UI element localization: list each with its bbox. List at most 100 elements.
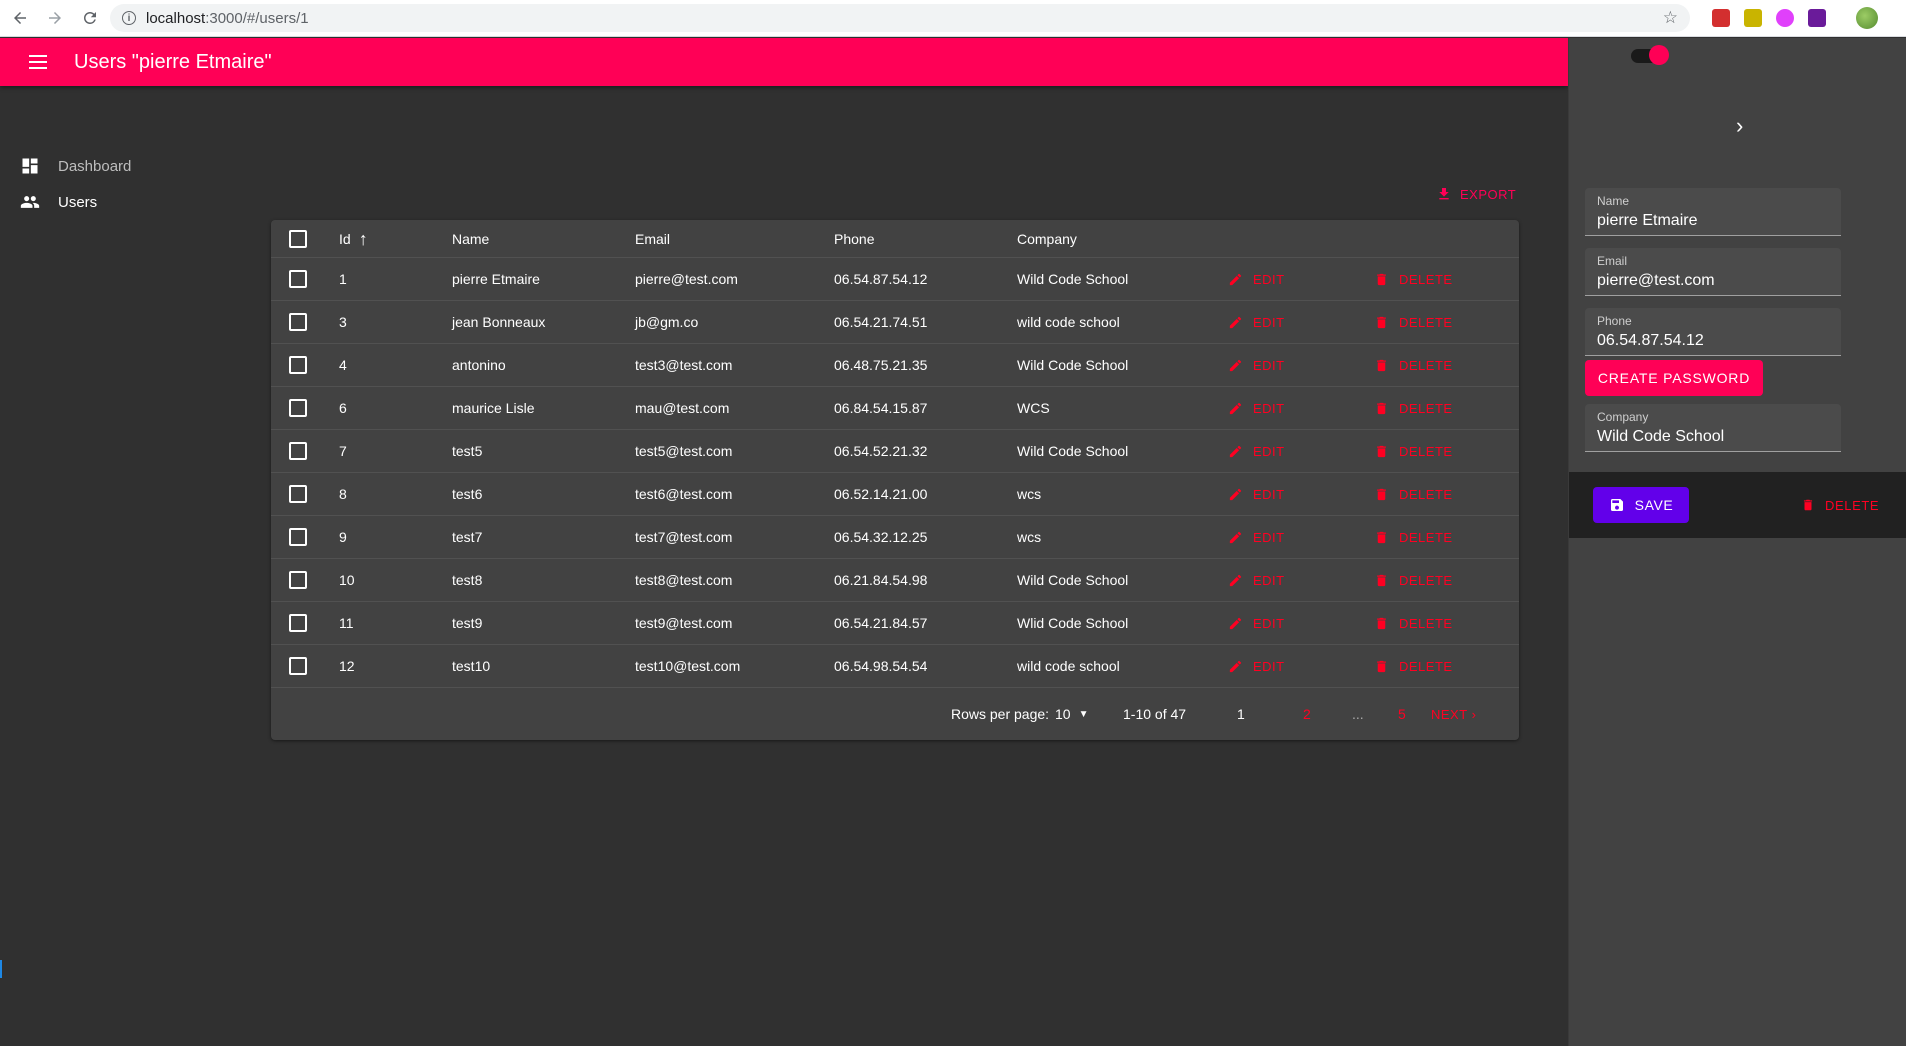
delete-row-button[interactable]: DELETE [1374, 430, 1453, 472]
edit-button[interactable]: EDIT [1228, 344, 1285, 386]
cell-id: 3 [339, 314, 347, 330]
table-row[interactable]: 10 test8 test8@test.com 06.21.84.54.98 Wild … [271, 559, 1519, 602]
profile-avatar[interactable] [1856, 7, 1878, 29]
phone-field[interactable]: Phone 06.54.87.54.12 [1585, 308, 1841, 356]
sidebar-item-dashboard[interactable]: Dashboard [0, 148, 240, 184]
chevron-right-icon[interactable]: › [1736, 113, 1743, 139]
cell-email: test7@test.com [635, 529, 733, 545]
extension-icon[interactable] [1776, 9, 1794, 27]
table-row[interactable]: 3 jean Bonneaux jb@gm.co 06.54.21.74.51 wild… [271, 301, 1519, 344]
delete-row-button[interactable]: DELETE [1374, 387, 1453, 429]
table-row[interactable]: 1 pierre Etmaire pierre@test.com 06.54.87.5… [271, 258, 1519, 301]
pagination: Rows per page: 10 ▼ 1-10 of 47 1 2 ... 5… [271, 688, 1519, 740]
table-row[interactable]: 11 test9 test9@test.com 06.54.21.84.57 Wlid … [271, 602, 1519, 645]
trash-icon [1377, 574, 1386, 586]
reload-button[interactable] [75, 3, 105, 33]
delete-row-button[interactable]: DELETE [1374, 559, 1453, 601]
save-button[interactable]: SAVE [1593, 487, 1689, 523]
sidebar-item-users[interactable]: Users [0, 184, 240, 220]
delete-row-button[interactable]: DELETE [1374, 602, 1453, 644]
edit-button[interactable]: EDIT [1228, 602, 1285, 644]
cell-company: wild code school [1017, 658, 1120, 674]
delete-row-button[interactable]: DELETE [1374, 344, 1453, 386]
column-header-label: Id [339, 230, 351, 247]
column-header-id[interactable]: Id ↑ [339, 220, 368, 257]
save-icon [1610, 499, 1623, 511]
edit-button[interactable]: EDIT [1228, 559, 1285, 601]
sidebar-item-label: Dashboard [58, 157, 132, 175]
delete-row-button[interactable]: DELETE [1374, 258, 1453, 300]
row-checkbox[interactable] [289, 399, 307, 417]
window-edge-marker [0, 960, 2, 978]
table-row[interactable]: 4 antonino test3@test.com 06.48.75.21.35 Wil… [271, 344, 1519, 387]
url-host: localhost [146, 9, 206, 27]
pencil-icon [1229, 531, 1242, 543]
trash-icon [1803, 499, 1813, 511]
delete-row-button[interactable]: DELETE [1374, 645, 1453, 687]
extension-icon[interactable] [1744, 9, 1762, 27]
trash-icon [1377, 445, 1386, 457]
cell-email: test8@test.com [635, 572, 733, 588]
cell-name: test10 [452, 658, 491, 674]
edit-button[interactable]: EDIT [1228, 301, 1285, 343]
column-header-name[interactable]: Name [452, 220, 489, 257]
column-header-phone[interactable]: Phone [834, 220, 874, 257]
edit-button[interactable]: EDIT [1228, 387, 1285, 429]
row-checkbox[interactable] [289, 485, 307, 503]
company-field[interactable]: Company Wild Code School [1585, 404, 1841, 452]
pencil-icon [1229, 445, 1242, 457]
row-checkbox[interactable] [289, 270, 307, 288]
page-button-2[interactable]: 2 [1303, 688, 1311, 740]
next-page-button[interactable]: NEXT › [1431, 688, 1477, 740]
name-field[interactable]: Name pierre Etmaire [1585, 188, 1841, 236]
row-checkbox[interactable] [289, 571, 307, 589]
bookmark-star-icon[interactable]: ☆ [1663, 8, 1678, 28]
row-checkbox[interactable] [289, 657, 307, 675]
theme-toggle[interactable] [1631, 45, 1669, 65]
forward-button[interactable] [40, 3, 70, 33]
delete-row-button[interactable]: DELETE [1374, 301, 1453, 343]
table-row[interactable]: 8 test6 test6@test.com 06.52.14.21.00 wcs EDI… [271, 473, 1519, 516]
menu-toggle-button[interactable] [14, 38, 62, 86]
delete-button[interactable]: DELETE [1801, 487, 1879, 523]
rows-per-page-select[interactable]: 10 ▼ [1055, 688, 1088, 740]
table-row[interactable]: 7 test5 test5@test.com 06.54.52.21.32 Wild C… [271, 430, 1519, 473]
page-button-1[interactable]: 1 [1237, 688, 1245, 740]
email-field[interactable]: Email pierre@test.com [1585, 248, 1841, 296]
cell-id: 4 [339, 357, 347, 373]
page-title: Users "pierre Etmaire" [74, 50, 272, 73]
edit-button[interactable]: EDIT [1228, 258, 1285, 300]
info-icon[interactable]: i [122, 11, 136, 25]
export-button[interactable]: EXPORT [1436, 186, 1516, 202]
address-bar[interactable]: i localhost:3000/#/users/1 ☆ [110, 4, 1690, 32]
edit-button[interactable]: EDIT [1228, 430, 1285, 472]
browser-menu-icon[interactable]: ⋮ [1902, 9, 1906, 27]
edit-button[interactable]: EDIT [1228, 516, 1285, 558]
url-path: :3000/#/users/1 [205, 9, 309, 27]
edit-button[interactable]: EDIT [1228, 473, 1285, 515]
select-all-checkbox[interactable] [289, 229, 307, 248]
table-row[interactable]: 9 test7 test7@test.com 06.54.32.12.25 wcs EDI… [271, 516, 1519, 559]
row-checkbox[interactable] [289, 528, 307, 546]
page-button-last[interactable]: 5 [1398, 688, 1406, 740]
row-checkbox-cell [289, 645, 307, 687]
delete-row-button[interactable]: DELETE [1374, 473, 1453, 515]
table-row[interactable]: 6 maurice Lisle mau@test.com 06.84.54.15.87… [271, 387, 1519, 430]
column-header-email[interactable]: Email [635, 220, 670, 257]
trash-icon [1377, 359, 1386, 371]
row-checkbox[interactable] [289, 614, 307, 632]
pencil-icon [1229, 273, 1242, 285]
column-header-company[interactable]: Company [1017, 220, 1077, 257]
delete-row-button[interactable]: DELETE [1374, 516, 1453, 558]
table-row[interactable]: 12 test10 test10@test.com 06.54.98.54.54 wil… [271, 645, 1519, 688]
field-label: Name [1597, 194, 1630, 208]
row-checkbox[interactable] [289, 313, 307, 331]
edit-label: EDIT [1253, 357, 1285, 373]
back-button[interactable] [5, 3, 35, 33]
create-password-button[interactable]: CREATE PASSWORD [1585, 360, 1763, 396]
row-checkbox[interactable] [289, 442, 307, 460]
row-checkbox[interactable] [289, 356, 307, 374]
extension-icon[interactable] [1808, 9, 1826, 27]
extension-icon[interactable] [1712, 9, 1730, 27]
edit-button[interactable]: EDIT [1228, 645, 1285, 687]
